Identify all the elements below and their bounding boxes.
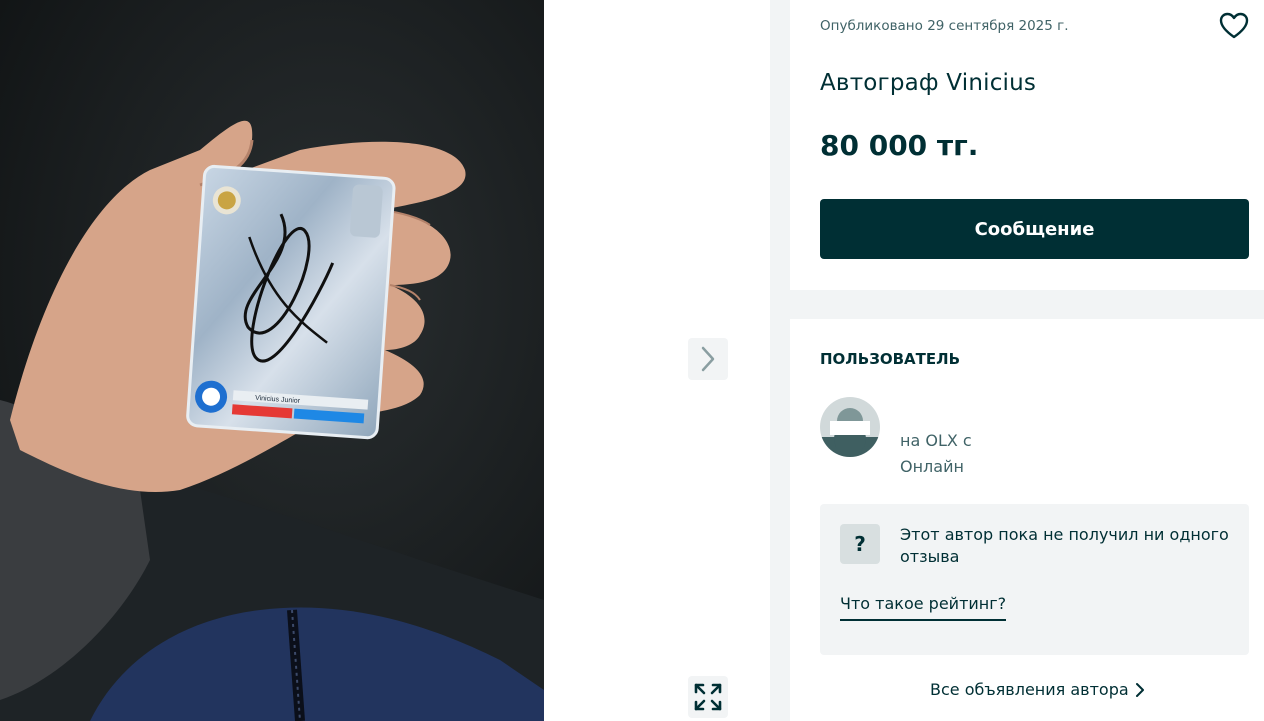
- photo-hand-holding-card: Vinicius Junior: [0, 0, 544, 721]
- published-date: Опубликовано 29 сентября 2025 г.: [820, 18, 1069, 34]
- listing-price: 80 000 тг.: [820, 129, 979, 162]
- avatar[interactable]: [820, 397, 880, 457]
- listing-summary-card: Опубликовано 29 сентября 2025 г. Автогра…: [790, 0, 1264, 290]
- seller-card: ПОЛЬЗОВАТЕЛЬ на OLX с Онлайн ? Этот авто…: [790, 319, 1264, 721]
- question-icon: ?: [840, 524, 880, 564]
- image-gallery: Vinicius Junior: [0, 0, 770, 721]
- fullscreen-button[interactable]: [688, 676, 728, 718]
- rating-info-link[interactable]: Что такое рейтинг?: [840, 594, 1007, 621]
- expand-icon: [694, 683, 722, 711]
- listing-photo[interactable]: Vinicius Junior: [0, 0, 544, 721]
- message-button[interactable]: Сообщение: [820, 199, 1249, 259]
- all-ads-label: Все объявления автора: [930, 680, 1129, 699]
- heart-icon: [1219, 12, 1249, 39]
- member-since: на OLX с: [900, 431, 972, 450]
- rating-box: ? Этот автор пока не получил ни одного о…: [820, 504, 1249, 655]
- next-photo-button[interactable]: [688, 338, 728, 380]
- chevron-right-icon: [1135, 682, 1144, 697]
- seller-section-title: ПОЛЬЗОВАТЕЛЬ: [820, 350, 961, 368]
- all-author-ads-link[interactable]: Все объявления автора: [930, 680, 1145, 699]
- member-since-date-redacted: [973, 432, 1083, 448]
- online-status: Онлайн: [900, 457, 964, 476]
- user-name-redacted[interactable]: [900, 405, 960, 413]
- chevron-right-icon: [701, 346, 715, 372]
- listing-title: Автограф Vinicius: [820, 70, 1037, 96]
- rating-text: Этот автор пока не получил ни одного отз…: [900, 525, 1229, 566]
- user-avatar-icon: [820, 397, 880, 457]
- favorite-button[interactable]: [1218, 10, 1250, 42]
